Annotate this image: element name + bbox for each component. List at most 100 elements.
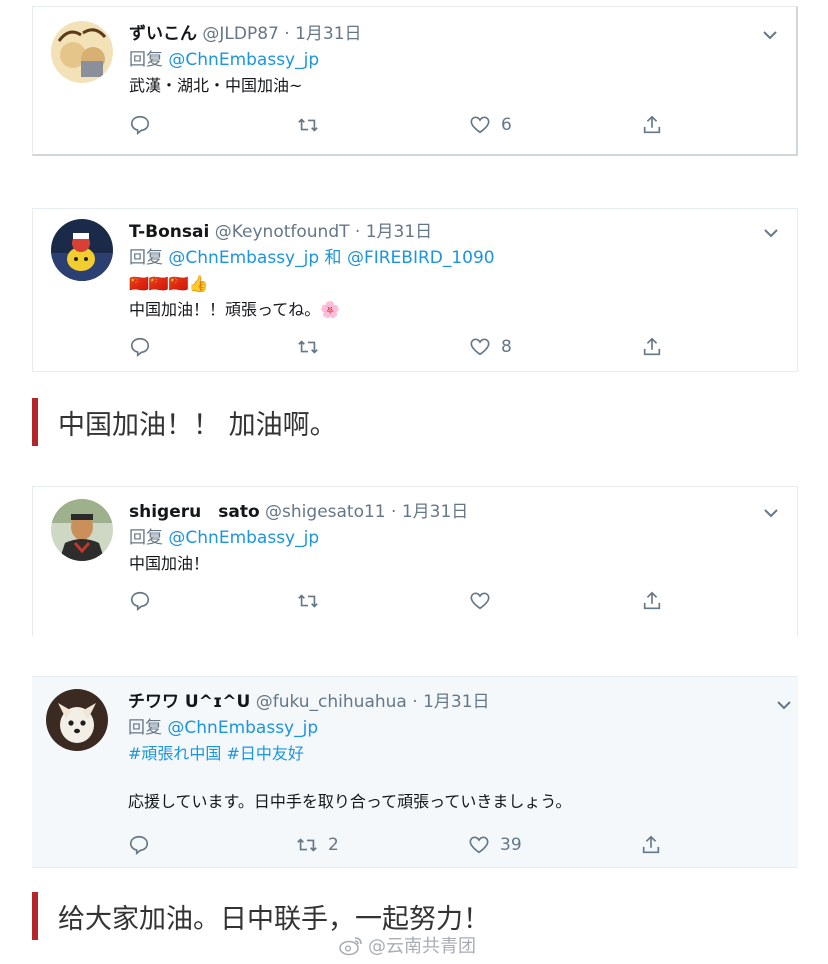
- retweet-button[interactable]: [297, 111, 329, 139]
- hashtag-links[interactable]: #頑張れ中国 #日中友好: [128, 741, 768, 767]
- like-button[interactable]: 6: [469, 111, 512, 139]
- like-count: 6: [501, 115, 512, 135]
- share-button[interactable]: [641, 333, 663, 361]
- tweet-header: shigeru sato @shigesato11 · 1月31日: [129, 499, 767, 525]
- heart-icon: [470, 338, 490, 356]
- tweet-header: T-Bonsai @KeynotfoundT · 1月31日: [129, 219, 767, 245]
- chevron-down-icon[interactable]: [763, 505, 779, 521]
- reply-icon: [129, 835, 149, 855]
- like-button[interactable]: 39: [468, 831, 522, 859]
- reply-prefix: 回复: [129, 50, 163, 70]
- share-icon: [643, 591, 661, 610]
- tweet-actions: 2 39: [128, 831, 688, 859]
- weibo-logo-icon: [339, 937, 362, 956]
- avatar[interactable]: [51, 219, 113, 281]
- avatar[interactable]: [51, 21, 113, 83]
- tweet-date[interactable]: 1月31日: [402, 502, 468, 522]
- tweet-actions: [129, 587, 689, 615]
- share-button[interactable]: [641, 587, 663, 615]
- tweet-date[interactable]: 1月31日: [295, 24, 361, 44]
- tweet-date[interactable]: 1月31日: [366, 222, 432, 242]
- heart-icon: [469, 836, 489, 854]
- user-handle[interactable]: @fuku_chihuahua: [256, 692, 407, 712]
- reply-button[interactable]: [129, 111, 161, 139]
- tweet-text: 中国加油！！頑張ってね。🌸: [129, 300, 341, 319]
- mention-link[interactable]: @ChnEmbassy_jp: [168, 528, 319, 548]
- heart-icon: [470, 592, 490, 610]
- emoji-line: 🇨🇳🇨🇳🇨🇳👍: [129, 274, 209, 293]
- like-count: 39: [500, 835, 522, 855]
- tweet-header: チワワ U^ɪ^U @fuku_chihuahua · 1月31日: [128, 689, 768, 715]
- heart-icon: [470, 116, 490, 134]
- retweet-button[interactable]: [297, 587, 319, 615]
- separator-dot: ·: [391, 502, 397, 522]
- comment-text: 中国加油！！ 加油啊。: [58, 409, 337, 441]
- reply-prefix: 回复: [128, 718, 162, 738]
- chevron-down-icon[interactable]: [776, 697, 792, 713]
- separator-dot: ·: [354, 222, 361, 242]
- tweet-card[interactable]: ずいこん @JLDP87 · 1月31日 回复 @ChnEmbassy_jp 武…: [32, 6, 798, 156]
- avatar[interactable]: [51, 499, 113, 561]
- mention-link[interactable]: @FIREBIRD_1090: [347, 248, 495, 268]
- share-icon: [642, 835, 660, 854]
- reply-icon: [130, 591, 150, 611]
- tweet-card[interactable]: チワワ U^ɪ^U @fuku_chihuahua · 1月31日 回复 @Ch…: [32, 676, 798, 868]
- watermark: @云南共青团: [338, 932, 476, 958]
- user-handle[interactable]: @shigesato11: [265, 502, 386, 522]
- tweet-actions: 8: [129, 333, 689, 361]
- tweet-header: ずいこん @JLDP87 · 1月31日: [129, 21, 766, 47]
- display-name[interactable]: チワワ U^ɪ^U: [128, 692, 250, 712]
- reply-context: 回复 @ChnEmbassy_jp: [129, 525, 767, 551]
- reply-joiner: 和: [324, 248, 342, 268]
- retweet-button[interactable]: 2: [296, 831, 339, 859]
- share-icon: [643, 337, 661, 356]
- share-button[interactable]: [641, 111, 663, 139]
- watermark-text: @云南共青团: [368, 936, 476, 957]
- tweet-card[interactable]: shigeru sato @shigesato11 · 1月31日 回复 @Ch…: [32, 486, 798, 636]
- like-count: 8: [501, 337, 512, 357]
- chevron-down-icon[interactable]: [762, 27, 778, 43]
- separator-dot: ·: [284, 24, 290, 44]
- retweet-icon: [298, 594, 318, 608]
- tweet-text: 中国加油！: [129, 554, 210, 573]
- user-handle[interactable]: @KeynotfoundT: [215, 222, 350, 242]
- comment-text: 给大家加油。日中联手，一起努力！: [58, 903, 490, 935]
- reply-button[interactable]: [128, 831, 150, 859]
- mention-link[interactable]: @ChnEmbassy_jp: [167, 718, 318, 738]
- tweet-text: 武漢・湖北・中国加油~: [129, 76, 303, 95]
- tweet-date[interactable]: 1月31日: [423, 692, 489, 712]
- separator-dot: ·: [412, 692, 418, 712]
- chevron-down-icon[interactable]: [763, 225, 779, 241]
- reply-context: 回复 @ChnEmbassy_jp: [129, 47, 766, 73]
- share-button[interactable]: [640, 831, 662, 859]
- display-name[interactable]: ずいこん: [129, 24, 197, 44]
- retweet-count: 2: [328, 835, 339, 855]
- reply-button[interactable]: [129, 333, 151, 361]
- reply-context: 回复 @ChnEmbassy_jp: [128, 715, 768, 741]
- display-name[interactable]: shigeru sato: [129, 502, 260, 522]
- tweet-text: 応援しています。日中手を取り合って頑張っていきましょう。: [128, 792, 572, 811]
- share-icon: [643, 115, 661, 134]
- retweet-icon: [297, 838, 317, 852]
- tweet-actions: 6: [129, 111, 689, 139]
- reply-button[interactable]: [129, 587, 151, 615]
- reply-prefix: 回复: [129, 528, 163, 548]
- comment-accent-bar: [32, 892, 38, 940]
- reply-icon: [130, 337, 150, 357]
- retweet-icon: [298, 340, 318, 354]
- editor-comment: 中国加油！！ 加油啊。: [32, 398, 337, 446]
- comment-accent-bar: [32, 398, 38, 446]
- mention-link[interactable]: @ChnEmbassy_jp: [168, 248, 319, 268]
- mention-link[interactable]: @ChnEmbassy_jp: [168, 50, 319, 70]
- like-button[interactable]: [469, 587, 501, 615]
- reply-icon: [130, 115, 150, 135]
- avatar[interactable]: [46, 689, 108, 751]
- display-name[interactable]: T-Bonsai: [129, 222, 209, 242]
- reply-context: 回复 @ChnEmbassy_jp 和 @FIREBIRD_1090: [129, 245, 767, 271]
- like-button[interactable]: 8: [469, 333, 512, 361]
- reply-prefix: 回复: [129, 248, 163, 268]
- tweet-card[interactable]: T-Bonsai @KeynotfoundT · 1月31日 回复 @ChnEm…: [32, 208, 798, 372]
- user-handle[interactable]: @JLDP87: [202, 24, 278, 44]
- retweet-button[interactable]: [297, 333, 319, 361]
